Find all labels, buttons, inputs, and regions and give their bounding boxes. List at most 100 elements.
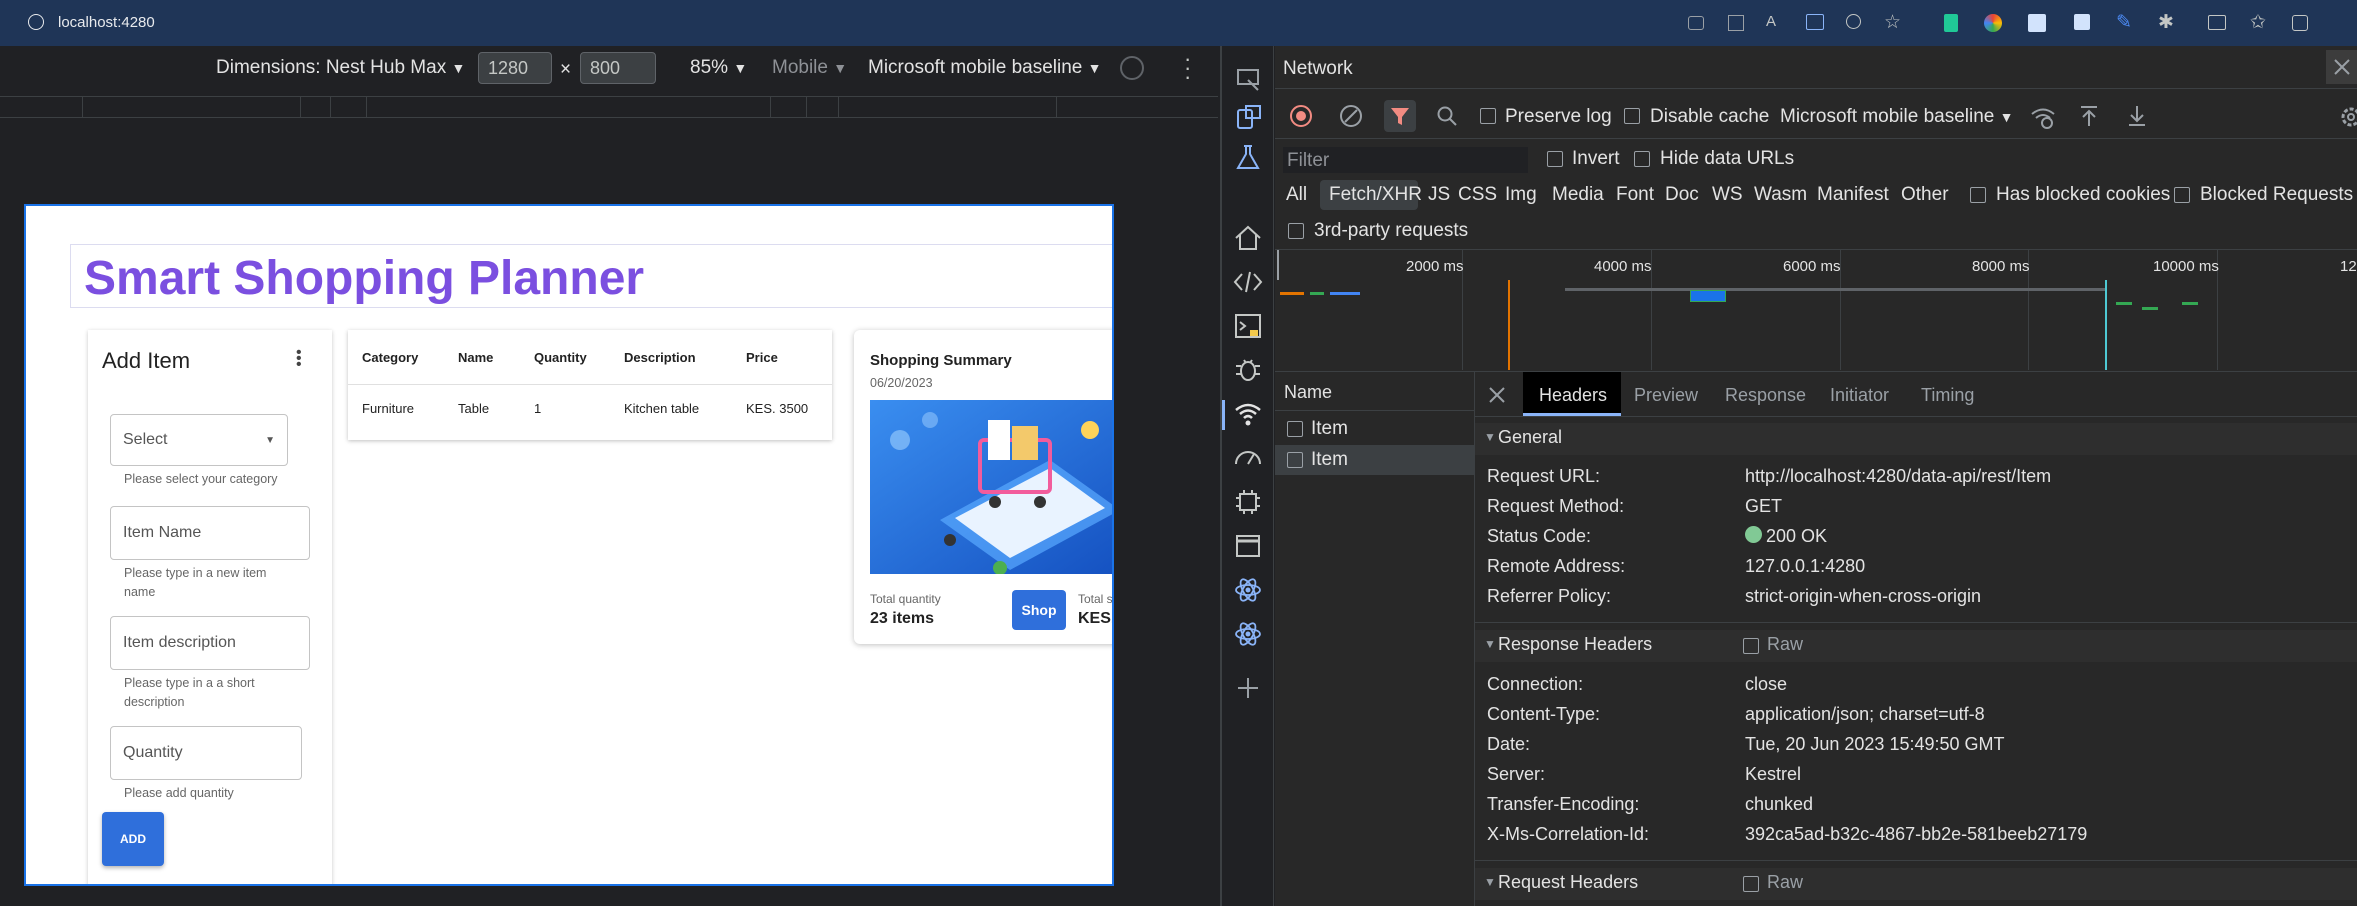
save-extension-icon[interactable] bbox=[2074, 14, 2090, 30]
invert-checkbox[interactable] bbox=[1547, 151, 1563, 167]
export-har-icon[interactable] bbox=[2126, 104, 2148, 128]
pen-extension-icon[interactable]: ✎ bbox=[2116, 11, 2132, 34]
hide-data-urls-label: Hide data URLs bbox=[1660, 148, 1795, 169]
collections-icon[interactable] bbox=[2292, 15, 2308, 31]
device-type-select[interactable]: Mobile ▼ bbox=[772, 57, 847, 79]
filter-js[interactable]: JS bbox=[1428, 184, 1450, 206]
hide-data-urls-checkbox[interactable] bbox=[1634, 151, 1650, 167]
add-button[interactable]: ADD bbox=[102, 812, 164, 866]
read-aloud-icon[interactable]: A bbox=[1766, 13, 1776, 30]
category-select[interactable]: Select ▼ bbox=[110, 414, 288, 466]
network-conditions-icon[interactable] bbox=[2030, 104, 2056, 130]
split-screen-icon[interactable] bbox=[2208, 15, 2226, 30]
dimension-times-label: × bbox=[560, 59, 572, 80]
experiments-icon[interactable] bbox=[1232, 142, 1264, 174]
filter-wasm[interactable]: Wasm bbox=[1754, 184, 1807, 206]
filter-img[interactable]: Img bbox=[1505, 184, 1537, 206]
has-blocked-cookies-checkbox[interactable] bbox=[1970, 187, 1986, 203]
filter-font[interactable]: Font bbox=[1616, 184, 1654, 206]
request-checkbox[interactable] bbox=[1287, 452, 1303, 468]
favorite-icon[interactable]: ☆ bbox=[1884, 11, 1901, 34]
immersive-reader-icon[interactable] bbox=[1806, 14, 1824, 30]
disable-cache-checkbox[interactable] bbox=[1624, 108, 1640, 124]
card-menu-icon[interactable]: • • • bbox=[296, 345, 302, 373]
network-icon[interactable] bbox=[1232, 398, 1264, 430]
tab-timing[interactable]: Timing bbox=[1921, 385, 1974, 406]
more-tools-plus-icon[interactable] bbox=[1232, 672, 1264, 704]
request-row[interactable]: Item bbox=[1275, 414, 1475, 444]
console-icon[interactable] bbox=[1232, 310, 1264, 342]
raw-checkbox[interactable] bbox=[1743, 638, 1759, 654]
tab-response[interactable]: Response bbox=[1725, 385, 1806, 406]
rotate-icon[interactable] bbox=[1120, 56, 1144, 80]
record-icon[interactable] bbox=[1290, 105, 1312, 127]
performance-icon[interactable] bbox=[1232, 442, 1264, 474]
tab-preview[interactable]: Preview bbox=[1634, 385, 1698, 406]
search-icon[interactable] bbox=[1436, 105, 1458, 127]
throttle-select[interactable]: Microsoft mobile baseline ▼ bbox=[868, 57, 1102, 79]
request-row-selected[interactable]: Item bbox=[1275, 445, 1475, 475]
timeline-label: 8000 ms bbox=[1972, 258, 2030, 275]
memory-icon[interactable] bbox=[1232, 486, 1264, 518]
request-checkbox[interactable] bbox=[1287, 421, 1303, 437]
extension-icon[interactable] bbox=[2028, 14, 2046, 32]
filter-toggle-icon[interactable] bbox=[1384, 100, 1416, 132]
sources-debugger-icon[interactable] bbox=[1232, 354, 1264, 386]
request-headers-section-header[interactable]: ▼ Request Headers Raw bbox=[1475, 868, 2357, 900]
shop-button[interactable]: Shop bbox=[1012, 590, 1066, 630]
timeline-handle[interactable] bbox=[1277, 250, 1279, 280]
third-party-requests-checkbox[interactable] bbox=[1288, 223, 1304, 239]
filter-input[interactable]: Filter bbox=[1283, 147, 1528, 173]
favorites-icon[interactable]: ✩ bbox=[2250, 11, 2266, 34]
filter-css[interactable]: CSS bbox=[1458, 184, 1497, 206]
react-profiler-icon[interactable] bbox=[1232, 618, 1264, 650]
media-query-ruler[interactable] bbox=[0, 96, 1218, 118]
raw-checkbox[interactable] bbox=[1743, 876, 1759, 892]
filter-all[interactable]: All bbox=[1286, 184, 1307, 206]
divider bbox=[1475, 860, 2357, 861]
item-name-field[interactable]: Item Name bbox=[110, 506, 310, 560]
device-height-input[interactable]: 800 bbox=[580, 52, 656, 84]
application-icon[interactable] bbox=[1232, 530, 1264, 562]
close-details-icon[interactable] bbox=[1486, 384, 1508, 406]
zoom-select[interactable]: 85% ▼ bbox=[690, 57, 747, 79]
react-components-icon[interactable] bbox=[1232, 574, 1264, 606]
preserve-log-checkbox[interactable] bbox=[1480, 108, 1496, 124]
filter-manifest[interactable]: Manifest bbox=[1817, 184, 1889, 206]
clear-icon[interactable] bbox=[1340, 105, 1362, 127]
app-available-icon[interactable] bbox=[1688, 16, 1704, 30]
device-dimensions-select[interactable]: Dimensions: Nest Hub Max ▼ bbox=[216, 57, 465, 79]
quantity-field[interactable]: Quantity bbox=[110, 726, 302, 780]
blocked-requests-checkbox[interactable] bbox=[2174, 187, 2190, 203]
color-extension-icon[interactable] bbox=[1984, 14, 2002, 32]
close-icon[interactable] bbox=[2326, 50, 2357, 84]
elements-icon[interactable] bbox=[1232, 266, 1264, 298]
extensions-icon[interactable]: ✱ bbox=[2158, 11, 2174, 34]
name-column-header[interactable]: Name bbox=[1284, 382, 1332, 403]
filter-other[interactable]: Other bbox=[1901, 184, 1949, 206]
device-width-input[interactable]: 1280 bbox=[478, 52, 552, 84]
inspect-icon[interactable] bbox=[1232, 64, 1264, 96]
grid-icon[interactable] bbox=[1728, 15, 1744, 31]
settings-gear-icon[interactable] bbox=[2338, 104, 2357, 130]
tab-initiator[interactable]: Initiator bbox=[1830, 385, 1889, 406]
bing-extension-icon[interactable] bbox=[1944, 14, 1958, 32]
filter-fetch-xhr[interactable]: Fetch/XHR bbox=[1329, 184, 1422, 206]
address-bar[interactable]: localhost:4280 bbox=[58, 14, 155, 31]
import-har-icon[interactable] bbox=[2078, 104, 2100, 128]
device-emulation-icon[interactable] bbox=[1232, 102, 1264, 134]
zoom-icon[interactable] bbox=[1846, 14, 1861, 29]
filter-ws[interactable]: WS bbox=[1712, 184, 1743, 206]
table-row[interactable]: Furniture Table 1 Kitchen table KES. 350… bbox=[348, 385, 832, 435]
welcome-home-icon[interactable] bbox=[1232, 222, 1264, 254]
filter-media[interactable]: Media bbox=[1552, 184, 1604, 206]
more-options-icon[interactable]: · · · bbox=[1184, 48, 1191, 88]
network-throttle-select[interactable]: Microsoft mobile baseline ▼ bbox=[1780, 106, 2014, 128]
tab-headers[interactable]: Headers bbox=[1539, 385, 1607, 406]
general-section-header[interactable]: ▼ General bbox=[1475, 423, 2357, 455]
disable-cache-label: Disable cache bbox=[1650, 106, 1770, 127]
site-info-icon[interactable] bbox=[28, 14, 44, 30]
filter-doc[interactable]: Doc bbox=[1665, 184, 1699, 206]
item-description-field[interactable]: Item description bbox=[110, 616, 310, 670]
response-headers-section-header[interactable]: ▼ Response Headers Raw bbox=[1475, 630, 2357, 662]
